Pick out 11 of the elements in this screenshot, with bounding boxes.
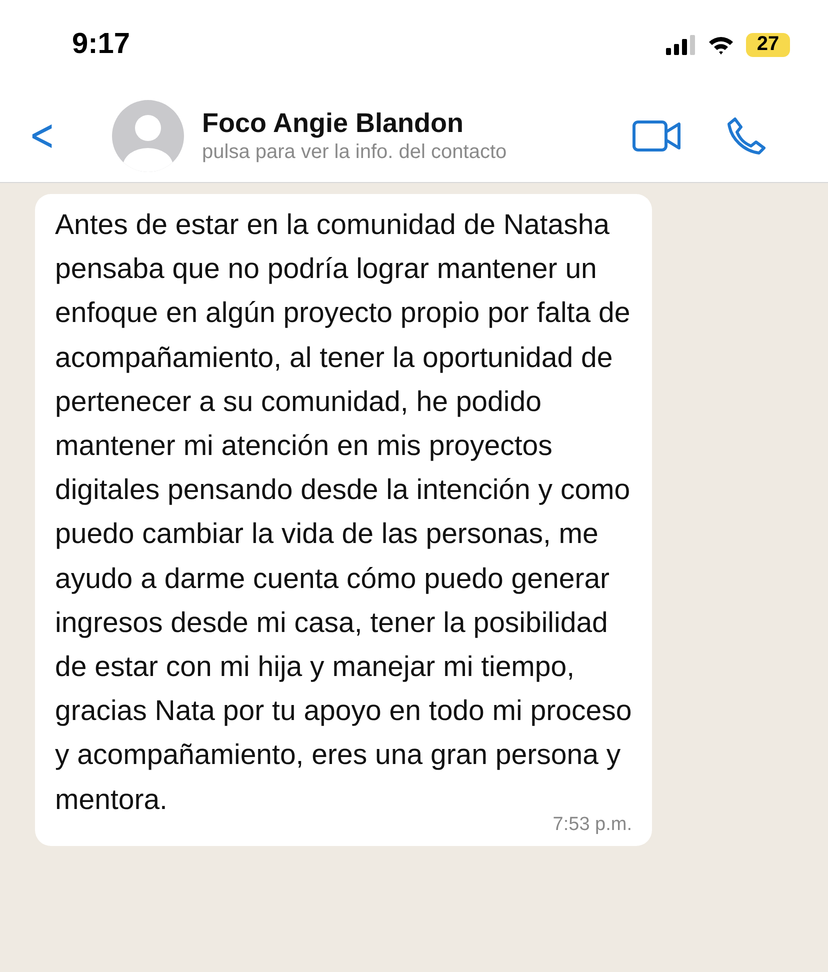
battery-indicator: 27 (746, 32, 790, 56)
back-button[interactable]: < (28, 110, 56, 161)
message-text: Antes de estar en la comunidad de Natasha pensaba que no podría lograr mantener un enfoque en algún proyecto propio por falta de acompañamiento, al tener la oportunidad de pertenecer a su comunidad, he podido mantener mi atención en mis proyectos digitales pensando desde la intención y como puedo cambiar la vida de las personas, me ayudo a darme cuenta cómo puedo generar ingresos desde mi casa, tener la posibilidad de estar con mi hija y manejar mi tiempo, gracias Nata por tu apoyo en todo mi proceso y acompañamiento, eres una gran persona y mentora. (55, 208, 632, 816)
contact-name[interactable]: Foco Angie Blandon (202, 108, 632, 138)
contact-subtitle[interactable]: pulsa para ver la info. del contacto (202, 140, 632, 164)
wifi-icon (708, 34, 734, 54)
clock-time: 9:17 (72, 28, 130, 61)
video-call-icon[interactable] (632, 120, 682, 152)
message-time: 7:53 p.m. (552, 814, 632, 836)
signal-icon (666, 34, 696, 54)
phone-icon[interactable] (726, 116, 766, 154)
